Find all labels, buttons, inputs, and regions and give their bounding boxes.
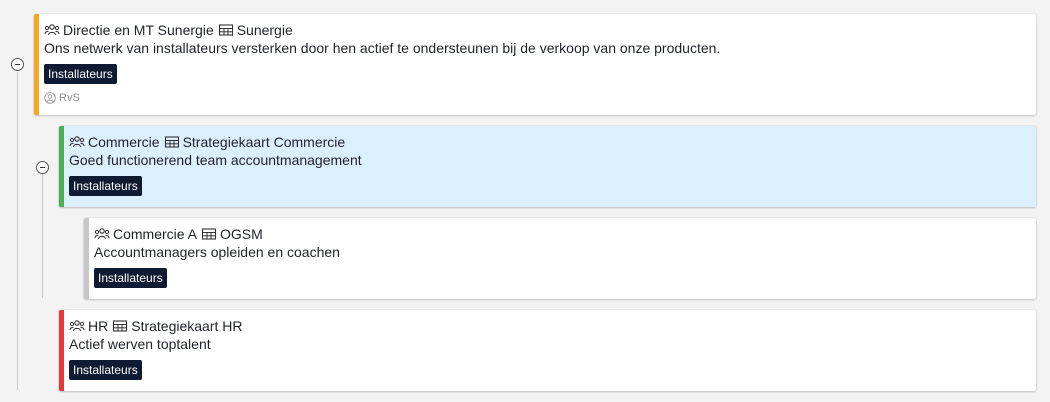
owner: RvS (44, 92, 1026, 104)
team-name: Directie en MT Sunergie (63, 22, 214, 38)
owner-initials: RvS (59, 92, 80, 104)
strategy-map-icon (201, 227, 217, 241)
card-title-row: Commercie Strategiekaart Commercie (69, 133, 1026, 151)
tree-line-level-1 (17, 72, 18, 390)
team-name: HR (88, 318, 109, 334)
strategy-map-icon (218, 23, 234, 37)
user-icon (44, 92, 56, 104)
card-title-row: Commercie A OGSM (94, 225, 1026, 243)
card-accent-bar (84, 218, 89, 299)
strategy-map-icon (164, 135, 180, 149)
goal-text: Ons netwerk van installateurs versterken… (44, 40, 721, 56)
strategy-map-name: OGSM (220, 226, 263, 242)
tree-line-level-2 (42, 174, 43, 298)
team-icon (69, 319, 85, 333)
collapse-toggle-commercie[interactable] (36, 161, 49, 174)
strategy-map-name: Strategiekaart Commercie (182, 134, 346, 150)
card-accent-bar (34, 14, 39, 115)
tag-installateurs[interactable]: Installateurs (44, 64, 117, 84)
goal-card-commercie[interactable]: Commercie Strategiekaart Commercie Goed … (59, 126, 1036, 207)
team-name: Commercie A (113, 226, 198, 242)
goal-card-sunergie[interactable]: Directie en MT Sunergie Sunergie Ons net… (34, 14, 1036, 115)
tag-installateurs[interactable]: Installateurs (69, 360, 142, 380)
team-icon (69, 135, 85, 149)
strategy-map-name: Strategiekaart HR (131, 318, 243, 334)
card-title-row: Directie en MT Sunergie Sunergie (44, 21, 1026, 39)
goal-text: Actief werven toptalent (69, 336, 211, 352)
card-accent-bar (59, 310, 64, 391)
team-icon (94, 227, 110, 241)
tag-installateurs[interactable]: Installateurs (94, 268, 167, 288)
team-name: Commercie (88, 134, 160, 150)
strategy-map-name: Sunergie (236, 22, 293, 38)
tag-installateurs[interactable]: Installateurs (69, 176, 142, 196)
goal-card-commercie-a[interactable]: Commercie A OGSM Accountmanagers opleide… (84, 218, 1036, 299)
strategy-map-icon (112, 319, 128, 333)
goal-text: Goed functionerend team accountmanagemen… (69, 152, 362, 168)
card-title-row: HR Strategiekaart HR (69, 317, 1026, 335)
goal-text: Accountmanagers opleiden en coachen (94, 244, 340, 260)
team-icon (44, 23, 60, 37)
collapse-toggle-sunergie[interactable] (11, 58, 24, 71)
card-accent-bar (59, 126, 64, 207)
goal-card-hr[interactable]: HR Strategiekaart HR Actief werven topta… (59, 310, 1036, 391)
